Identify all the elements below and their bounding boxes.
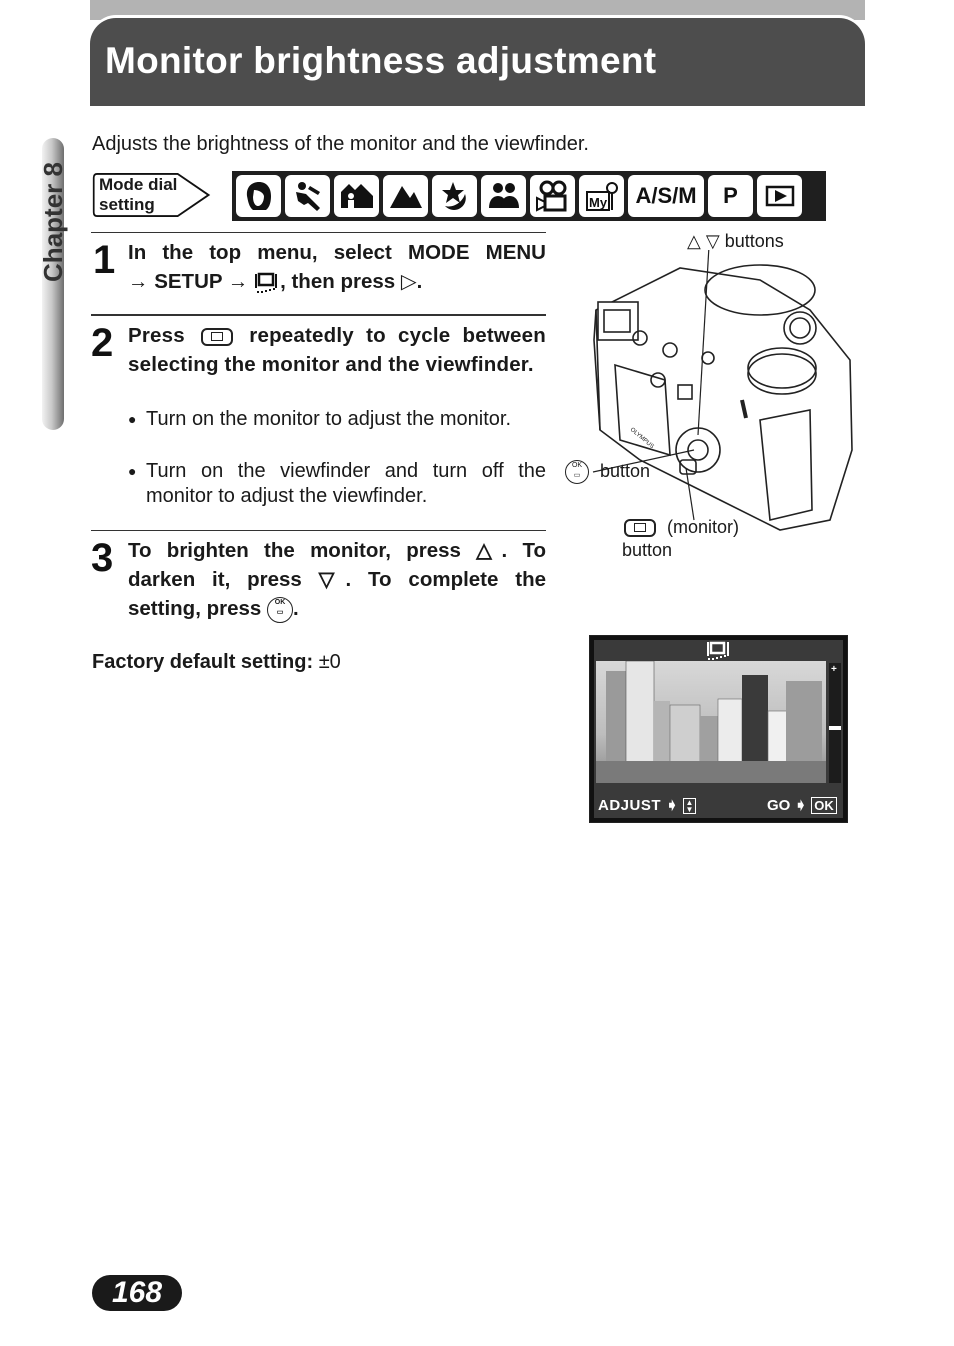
night-scene-icon xyxy=(432,175,477,217)
bullet-item: ● Turn on the monitor to adjust the moni… xyxy=(128,408,512,430)
factory-default: Factory default setting: ±0 xyxy=(92,651,341,673)
ok-button-label: OK ▭ button xyxy=(565,460,650,484)
divider xyxy=(91,530,546,531)
monitor-button-icon xyxy=(624,519,656,538)
movie-icon xyxy=(530,175,575,217)
monitor-button-label: (monitor) xyxy=(622,517,739,538)
program-mode-icon: P xyxy=(708,175,753,217)
playback-icon xyxy=(757,175,802,217)
ok-button-icon: OK ▭ xyxy=(267,596,293,623)
mode-dial-label: Mode dial setting xyxy=(99,175,178,214)
svg-text:My: My xyxy=(589,195,608,210)
ok-key-icon: OK xyxy=(811,797,837,814)
monitor-button-icon xyxy=(201,327,234,346)
mode-dial-strip: My A/S/M P xyxy=(232,171,826,221)
chapter-label: Chapter 8 xyxy=(38,162,68,282)
step-number: 2 xyxy=(91,321,114,365)
divider xyxy=(91,314,546,316)
monitor-brightness-icon xyxy=(707,641,729,660)
updown-icon: ▲ ▼ xyxy=(683,798,696,815)
page-title: Monitor brightness adjustment xyxy=(105,40,657,81)
plus-icon: + xyxy=(831,664,837,675)
bullet-icon: ● xyxy=(128,411,137,427)
right-arrow-icon: ▷ xyxy=(400,270,417,293)
landscape-icon xyxy=(383,175,428,217)
camera-illustration: OLYMPUS xyxy=(592,250,853,531)
lcd-go-hint: GO ➧ OK xyxy=(767,796,837,814)
portrait-icon xyxy=(236,175,281,217)
asm-mode-icon: A/S/M xyxy=(628,175,704,217)
right-arrow-icon: ➧ xyxy=(665,797,679,814)
brightness-scale xyxy=(829,663,841,783)
monitor-brightness-icon xyxy=(255,272,278,293)
lcd-adjust-hint: ADJUST ➧ ▲ ▼ xyxy=(598,797,696,815)
landscape-portrait-icon xyxy=(334,175,379,217)
step-3-text: To brighten the monitor, press △. To dar… xyxy=(128,536,546,623)
step-number: 3 xyxy=(91,536,114,580)
self-portrait-icon xyxy=(481,175,526,217)
sports-icon xyxy=(285,175,330,217)
page-number: 168 xyxy=(111,1276,163,1309)
updown-buttons-label: △ ▽ buttons xyxy=(687,231,784,251)
my-mode-icon: My xyxy=(579,175,624,217)
monitor-button-label-2: button xyxy=(622,540,673,560)
step-1-text: In the top menu, select MODE MENU → SETU… xyxy=(128,241,546,293)
header-band xyxy=(90,0,865,20)
bullet-icon: ● xyxy=(128,463,137,479)
step-number: 1 xyxy=(93,238,116,282)
brightness-level-marker xyxy=(829,726,841,730)
city-skyline-photo xyxy=(596,661,826,783)
ok-button-icon: OK ▭ xyxy=(565,460,589,484)
skyline-image xyxy=(596,661,826,783)
step-2-text: Press repeatedly to cycle between select… xyxy=(128,324,546,376)
divider xyxy=(91,232,546,233)
right-arrow-icon: ➧ xyxy=(794,797,808,814)
intro-text: Adjusts the brightness of the monitor an… xyxy=(92,133,589,155)
bullet-item: ● Turn on the viewfinder and turn off th… xyxy=(128,460,546,507)
